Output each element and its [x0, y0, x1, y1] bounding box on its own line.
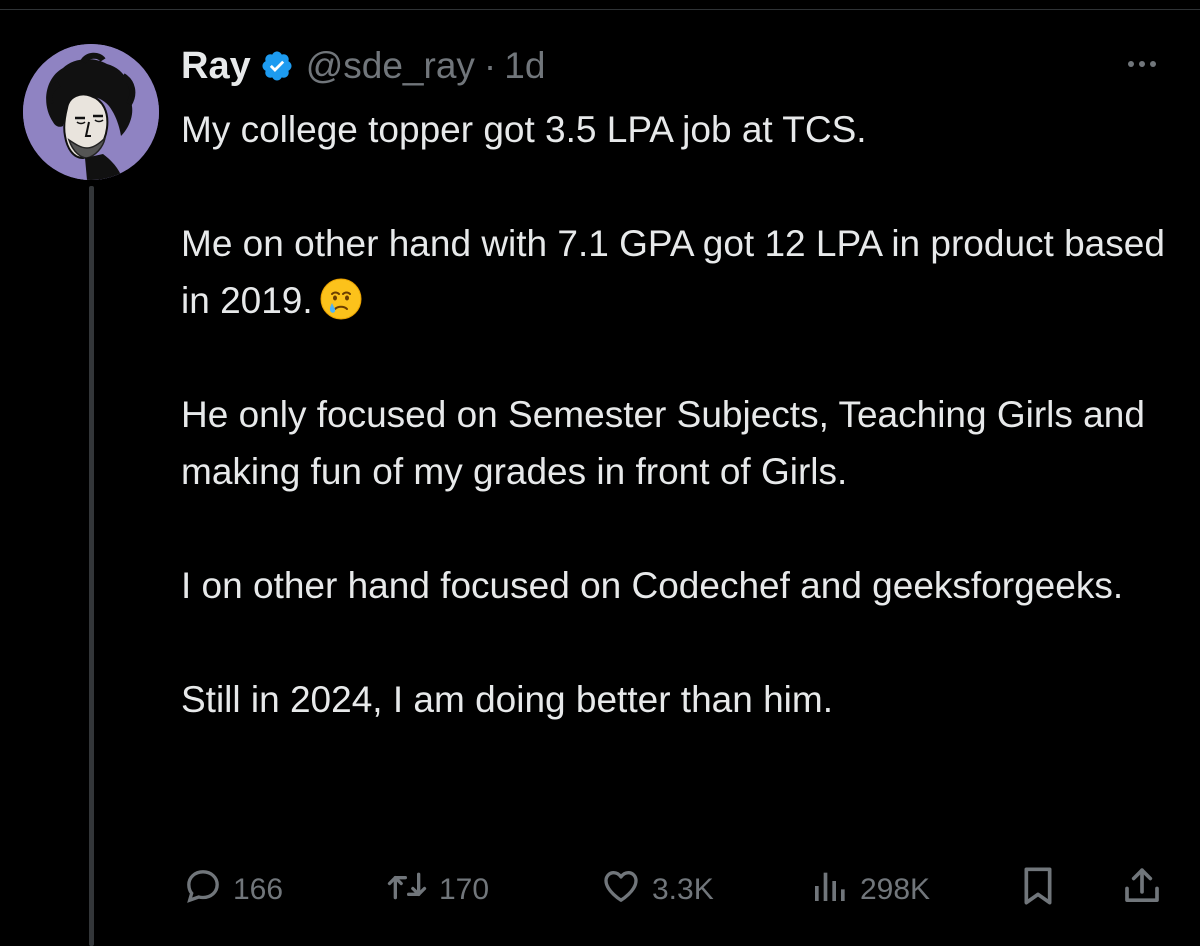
views-button[interactable]: 298K	[810, 858, 930, 922]
author-handle[interactable]: @sde_ray	[306, 45, 475, 87]
more-dot	[1150, 61, 1156, 67]
like-icon	[600, 866, 642, 914]
more-dot	[1139, 61, 1145, 67]
share-icon	[1122, 865, 1162, 915]
views-count: 298K	[860, 873, 931, 906]
repost-icon	[385, 866, 429, 914]
repost-button[interactable]: 170	[385, 858, 489, 922]
tweet-paragraph: My college topper got 3.5 LPA job at TCS…	[181, 109, 867, 150]
repost-count: 170	[439, 873, 490, 906]
reply-button[interactable]: 166	[183, 858, 283, 922]
author-display-name[interactable]: Ray	[181, 45, 251, 88]
tweet-paragraph: Me on other hand with 7.1 GPA got 12 LPA…	[181, 215, 1186, 329]
verified-badge-icon	[260, 49, 294, 83]
like-count: 3.3K	[652, 873, 714, 906]
share-button[interactable]	[1122, 858, 1162, 922]
tweet-paragraph: Still in 2024, I am doing better than hi…	[181, 679, 833, 720]
more-icon[interactable]	[1114, 52, 1170, 76]
tweet-paragraph: He only focused on Semester Subjects, Te…	[181, 394, 1145, 492]
reply-count: 166	[233, 873, 284, 906]
avatar[interactable]	[23, 44, 159, 180]
post-time[interactable]: 1d	[504, 45, 545, 87]
views-icon	[810, 866, 850, 914]
separator-dot: ·	[483, 45, 497, 86]
bookmark-button[interactable]	[1018, 858, 1058, 922]
tweet-paragraph: I on other hand focused on Codechef and …	[181, 565, 1124, 606]
tweet-text: My college topper got 3.5 LPA job at TCS…	[181, 101, 1186, 728]
like-button[interactable]: 3.3K	[600, 858, 714, 922]
face-holding-back-tears-icon	[319, 277, 363, 321]
more-dot	[1128, 61, 1134, 67]
reply-icon	[183, 866, 223, 914]
tweet-header: Ray @sde_ray · 1d	[181, 40, 545, 92]
thread-line	[89, 186, 94, 946]
avatar-illustration	[23, 44, 159, 180]
top-divider	[0, 9, 1200, 10]
action-bar: 166 170 3.3K 298K	[0, 858, 1200, 922]
bookmark-icon	[1018, 864, 1058, 916]
